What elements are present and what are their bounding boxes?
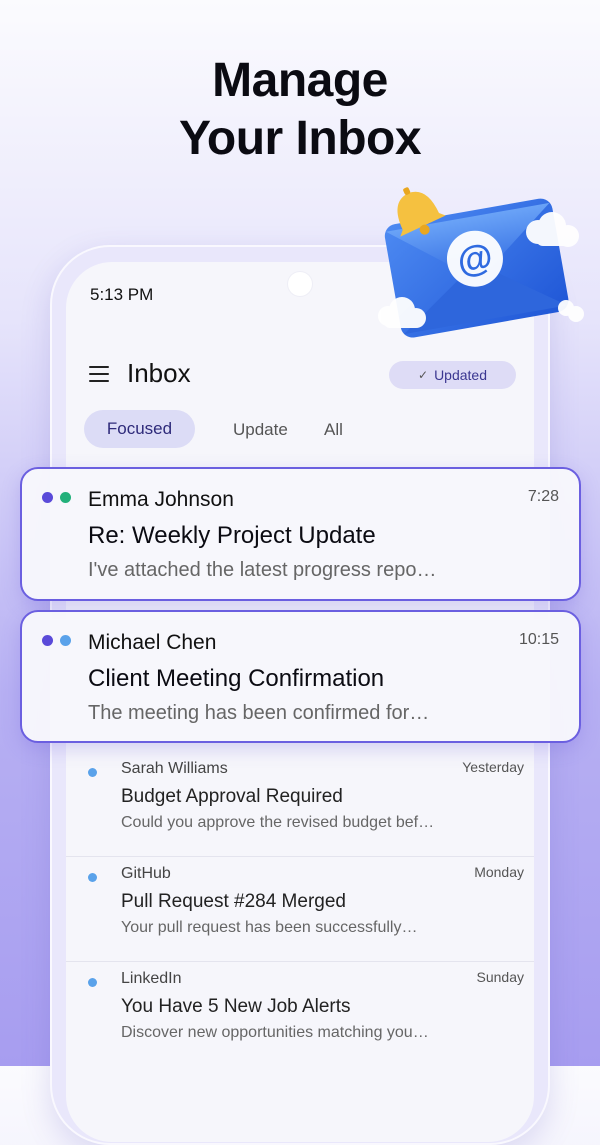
email-preview: Could you approve the revised budget bef…: [121, 814, 435, 831]
tab-focused[interactable]: Focused: [84, 410, 195, 448]
unread-dot-icon: [88, 768, 97, 777]
email-subject: Client Meeting Confirmation: [88, 665, 385, 692]
email-subject: Pull Request #284 Merged: [121, 891, 346, 912]
email-time: Sunday: [476, 969, 524, 985]
unread-dot-icon: [88, 873, 97, 882]
email-subject: Budget Approval Required: [121, 786, 343, 807]
status-time: 5:13 PM: [90, 285, 154, 304]
email-sender: GitHub: [121, 865, 171, 882]
email-sender: Michael Chen: [88, 631, 217, 654]
email-preview: Your pull request has been successfully…: [121, 919, 418, 936]
email-time: Yesterday: [462, 759, 524, 775]
envelope-illustration-icon: @: [378, 187, 584, 338]
email-sender: Emma Johnson: [88, 488, 234, 511]
email-time: 10:15: [518, 631, 559, 648]
unread-dot-icon: [88, 978, 97, 987]
check-icon: ✓: [418, 368, 429, 382]
updated-label: Updated: [434, 367, 487, 383]
headline-line-1: Manage: [212, 54, 388, 107]
email-time: Monday: [474, 864, 524, 880]
unread-dot-icon: [42, 635, 53, 646]
email-preview: Discover new opportunities matching you…: [121, 1024, 429, 1041]
flag-dot-icon: [60, 492, 71, 503]
email-row-sarah[interactable]: Sarah Williams Yesterday Budget Approval…: [66, 752, 534, 857]
svg-text:@: @: [454, 235, 496, 281]
status-dots: [42, 635, 82, 647]
email-card-emma[interactable]: Emma Johnson 7:28 Re: Weekly Project Upd…: [20, 467, 581, 601]
page-title: Inbox: [127, 358, 191, 388]
email-card-michael[interactable]: Michael Chen 10:15 Client Meeting Confir…: [20, 610, 581, 743]
hamburger-menu-icon[interactable]: [89, 366, 109, 382]
info-dot-icon: [60, 635, 71, 646]
email-row-github[interactable]: GitHub Monday Pull Request #284 Merged Y…: [66, 857, 534, 962]
unread-dot-icon: [42, 492, 53, 503]
updated-badge[interactable]: ✓ Updated: [389, 361, 516, 389]
headline: Manage Your Inbox: [0, 52, 600, 168]
email-row-linkedin[interactable]: LinkedIn Sunday You Have 5 New Job Alert…: [66, 962, 534, 1066]
email-sender: LinkedIn: [121, 970, 182, 987]
email-preview: I've attached the latest progress repo…: [88, 559, 437, 581]
email-subject: Re: Weekly Project Update: [88, 522, 376, 549]
status-dots: [42, 492, 82, 504]
tab-update[interactable]: Update: [233, 420, 288, 440]
front-camera: [288, 272, 312, 296]
email-sender: Sarah Williams: [121, 760, 228, 777]
email-time: 7:28: [527, 488, 559, 505]
headline-line-2: Your Inbox: [178, 112, 422, 165]
email-preview: The meeting has been confirmed for…: [88, 702, 430, 724]
email-subject: You Have 5 New Job Alerts: [121, 996, 351, 1017]
tab-all[interactable]: All: [324, 420, 343, 440]
